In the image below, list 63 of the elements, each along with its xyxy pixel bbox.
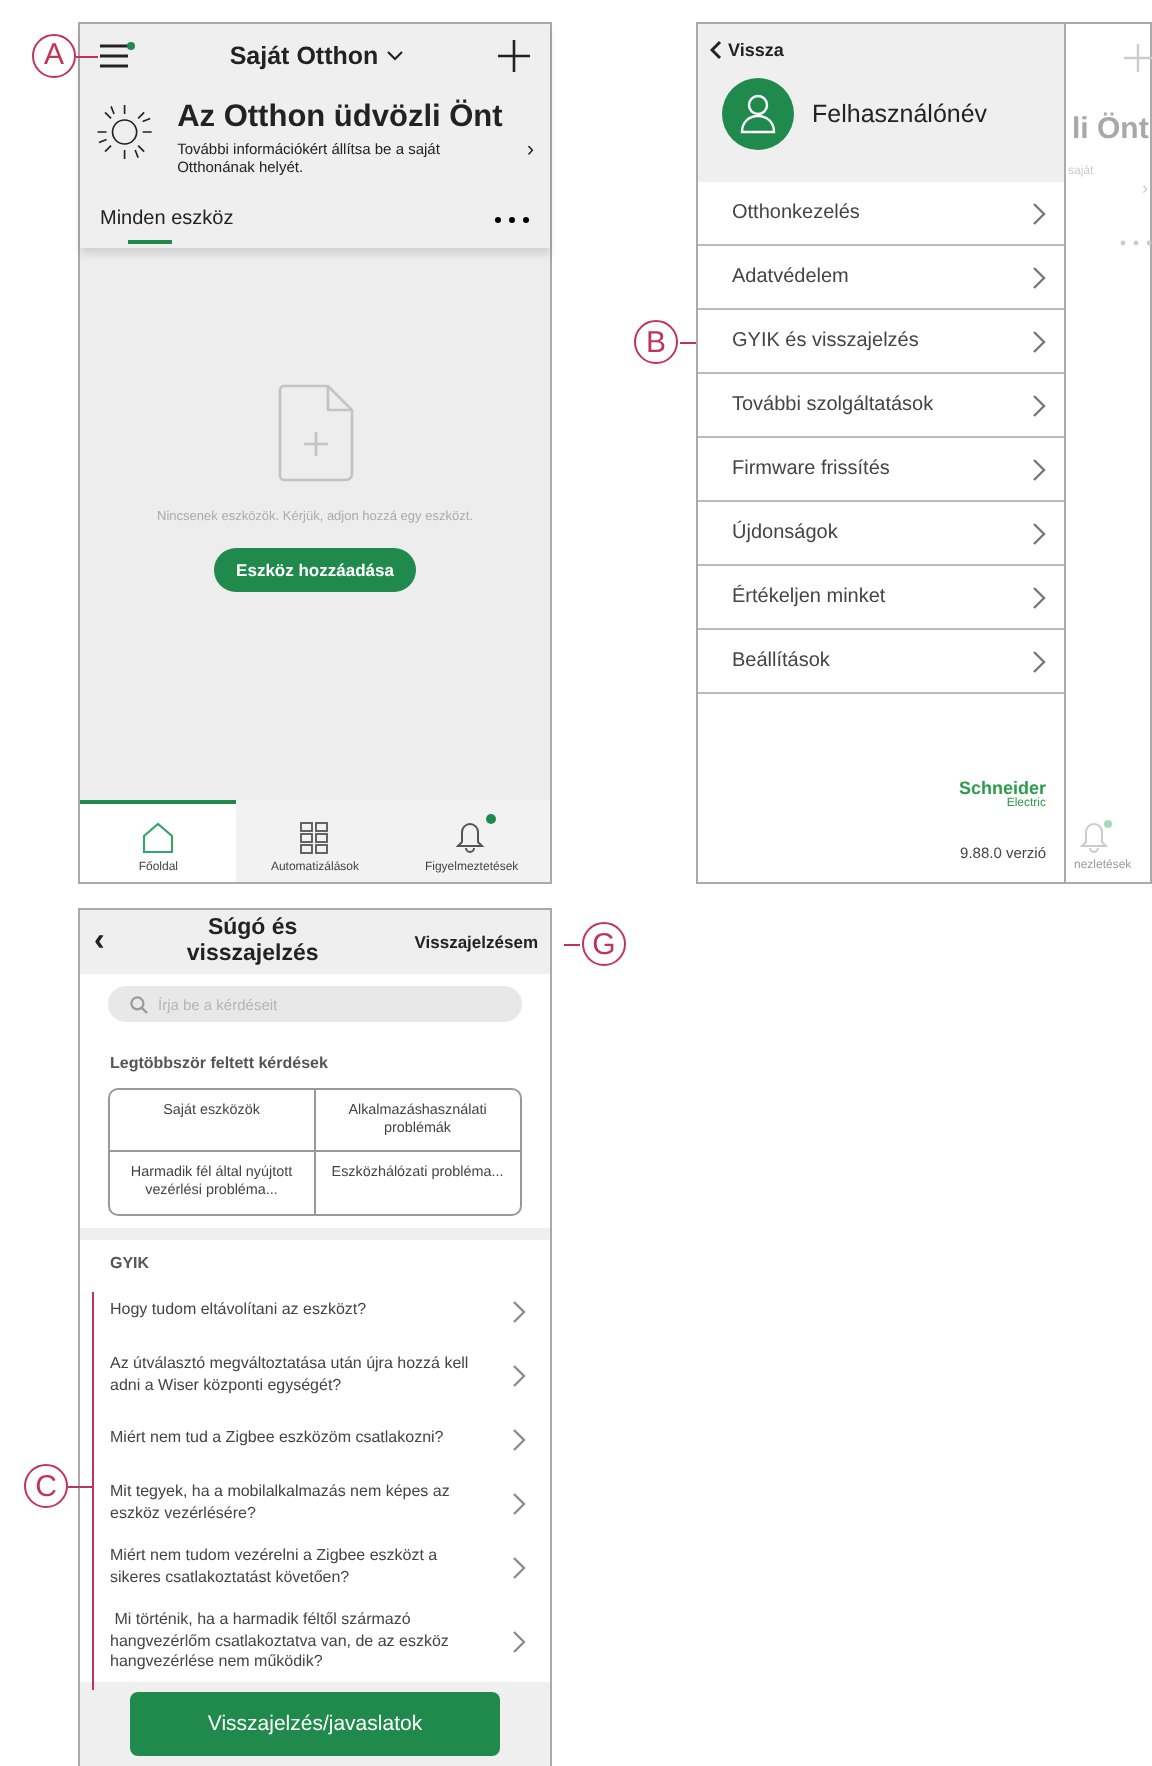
section-heading: GYIK	[110, 1254, 152, 1272]
bell-icon	[1078, 818, 1114, 854]
add-document-icon	[277, 384, 353, 482]
callout-marker: C	[24, 1464, 68, 1509]
chevron-icon	[512, 1363, 526, 1387]
grid-icon	[300, 822, 329, 854]
faq-item[interactable]: Mit tegyek, ha a mobilalkalmazás nem képes az eszköz vezérlésére?	[110, 1476, 550, 1530]
home-title[interactable]: Saját Otthon	[229, 41, 379, 69]
callout-marker: G	[582, 922, 626, 966]
menu-item[interactable]: Értékeljen minket	[698, 566, 1064, 630]
faq-item[interactable]: Miért nem tud a Zigbee eszközöm csatlakozni?	[110, 1412, 550, 1466]
leader-line	[680, 342, 696, 345]
chevron-icon	[1032, 521, 1046, 545]
faq-item[interactable]: Hogy tudom eltávolítani az eszközt?	[110, 1284, 550, 1338]
faq-item[interactable]: Miért nem tudom vezérelni a Zigbee eszközt a sikeres csatlakoztatást követően?	[110, 1540, 550, 1594]
chevron-icon[interactable]: ›	[526, 138, 534, 162]
section-heading: Legtöbbször feltett kérdések	[110, 1054, 330, 1072]
add-icon[interactable]	[498, 39, 530, 71]
screen-title: Súgó és visszajelzés	[184, 916, 321, 968]
chevron-icon	[1032, 457, 1046, 481]
chevron-icon	[1032, 585, 1046, 609]
menu-item[interactable]: Firmware frissítés	[698, 438, 1064, 502]
chevron-icon	[1032, 649, 1046, 673]
leader-line	[564, 944, 580, 947]
add-device-button[interactable]: Eszköz hozzáadása	[214, 548, 416, 592]
home-icon	[142, 822, 175, 854]
chevron-icon	[512, 1629, 526, 1654]
feedback-button[interactable]: Visszajelzés/javaslatok	[130, 1691, 500, 1755]
chevron-icon	[512, 1427, 526, 1451]
chevron-icon	[512, 1299, 526, 1323]
add-icon	[1124, 44, 1152, 72]
search-icon	[130, 995, 148, 1013]
more-icon	[1120, 240, 1152, 246]
filter-tab[interactable]: Minden eszköz	[100, 196, 234, 242]
chevron-icon	[1032, 201, 1046, 225]
back-icon	[710, 40, 722, 60]
chevron-icon	[512, 1555, 526, 1579]
leader-line	[76, 55, 98, 58]
callout-marker: A	[32, 33, 76, 77]
faq-item[interactable]: Az útválasztó megváltoztatása után újra hozzá kell adni a Wiser központi egységét?	[110, 1348, 550, 1402]
chevron-icon	[1032, 329, 1046, 353]
chevron-icon	[1032, 393, 1046, 417]
menu-item[interactable]: További szolgáltatások	[698, 374, 1064, 438]
chevron-down-icon[interactable]	[386, 49, 405, 61]
avatar-icon	[722, 78, 794, 150]
menu-item[interactable]: GYIK és visszajelzés	[698, 310, 1064, 374]
chevron-icon	[512, 1491, 526, 1515]
callout-marker: B	[634, 320, 678, 364]
menu-item[interactable]: Otthonkezelés	[698, 182, 1064, 246]
chevron-icon	[1032, 265, 1046, 289]
menu-item[interactable]: Beállítások	[698, 630, 1064, 694]
menu-item[interactable]: Adatvédelem	[698, 246, 1064, 310]
back-button[interactable]: Vissza	[710, 40, 784, 60]
back-button[interactable]: ‹	[94, 924, 105, 960]
menu-item[interactable]: Újdonságok	[698, 502, 1064, 566]
chevron-icon: ›	[1142, 178, 1148, 198]
faq-item[interactable]: Mi történik, ha a harmadik féltől származó hangvezérlőm csatlakoztatva van, de az eszköz hangvezérlése nem működik?	[110, 1604, 550, 1679]
bell-icon	[453, 818, 490, 854]
welcome-title: Az Otthon üdvözli Önt	[177, 100, 503, 136]
username: Felhasználónév	[812, 100, 988, 128]
my-feedback-link[interactable]: Visszajelzésem	[414, 932, 538, 952]
more-icon[interactable]	[494, 215, 530, 223]
welcome-title: li Önt	[1072, 112, 1149, 146]
